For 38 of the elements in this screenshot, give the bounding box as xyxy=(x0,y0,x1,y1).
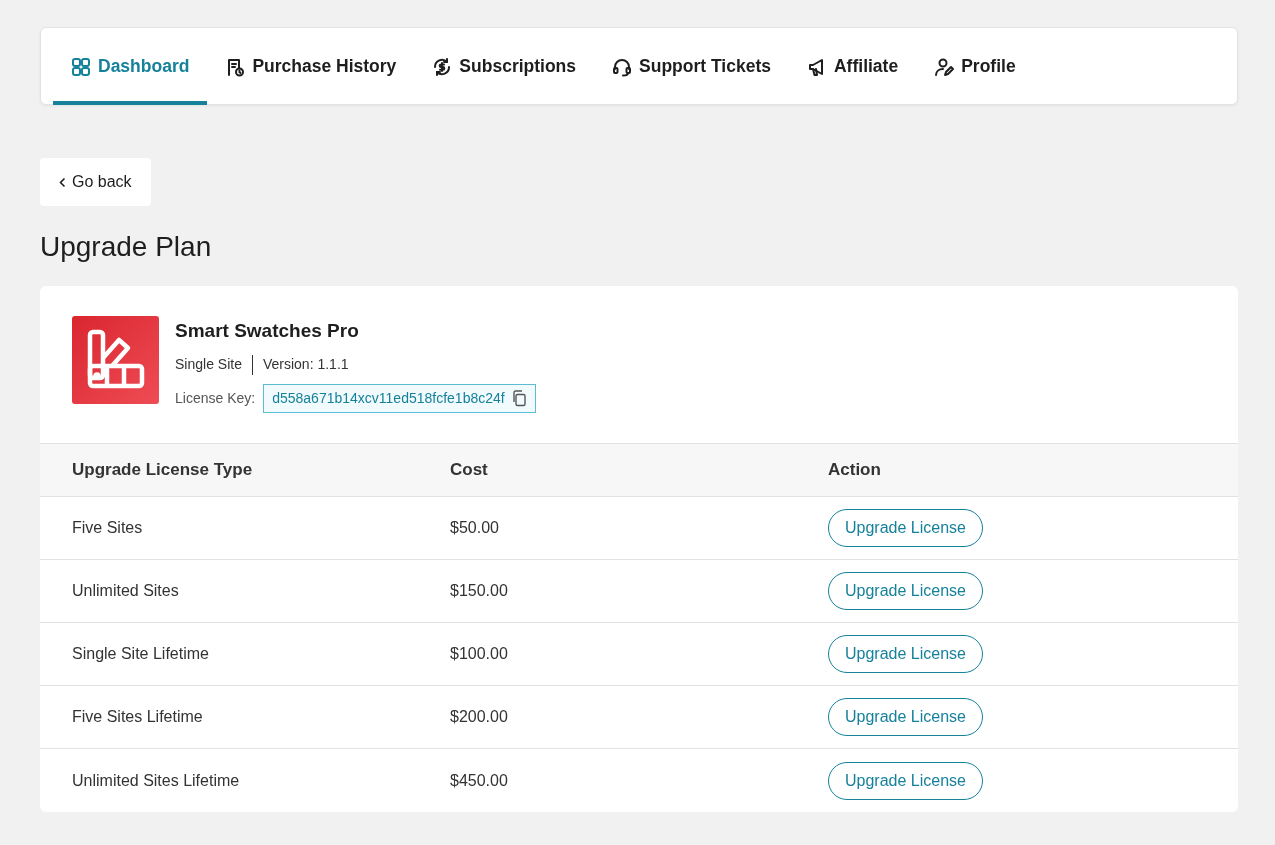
user-edit-icon xyxy=(934,56,955,77)
upgrade-license-button[interactable]: Upgrade License xyxy=(828,635,983,674)
nav-tab[interactable]: Affiliate xyxy=(807,28,899,105)
copy-icon[interactable] xyxy=(510,390,527,408)
column-header: Upgrade License Type xyxy=(72,459,254,482)
page-title: Upgrade Plan xyxy=(40,230,213,264)
license-type-cell-text: Unlimited Sites xyxy=(72,581,180,602)
grid-icon xyxy=(71,56,91,77)
cost-cell-text: $150.00 xyxy=(450,581,509,602)
cost-cell-text: $450.00 xyxy=(450,770,509,791)
product-name: Smart Swatches Pro xyxy=(175,318,360,343)
license-key-field[interactable]: d558a671b14xcv11ed518fcfe1b8c24f xyxy=(263,384,536,414)
upgrade-license-button[interactable]: Upgrade License xyxy=(828,761,983,800)
upgrade-license-button[interactable]: Upgrade License xyxy=(828,698,983,737)
back-button[interactable]: Go back xyxy=(40,158,151,206)
column-header: Action xyxy=(828,459,882,482)
receipt-icon xyxy=(225,56,246,77)
upgrade-license-button[interactable]: Upgrade License xyxy=(828,572,983,611)
nav-tab[interactable]: Profile xyxy=(934,28,1016,105)
license-type: Single Site xyxy=(175,355,242,375)
license-type-cell-text: Single Site Lifetime xyxy=(72,644,210,665)
nav-tab[interactable]: Support Tickets xyxy=(612,28,771,105)
headset-icon xyxy=(612,56,633,77)
license-key-label: License Key: xyxy=(175,389,256,409)
license-type-cell-text: Five Sites xyxy=(72,518,144,539)
license-type-cell-text: Unlimited Sites Lifetime xyxy=(72,770,241,791)
chevron-left-icon xyxy=(59,176,66,188)
cost-cell-text: $50.00 xyxy=(450,518,500,539)
nav-tab[interactable]: Purchase History xyxy=(225,28,397,105)
dollar-cycle-icon xyxy=(432,56,453,77)
column-header: Cost xyxy=(450,459,489,482)
upgrade-license-button[interactable]: Upgrade License xyxy=(828,509,983,548)
version-text: Version: 1.1.1 xyxy=(262,355,349,375)
cost-cell-text: $100.00 xyxy=(450,644,509,665)
license-type-cell-text: Five Sites Lifetime xyxy=(72,707,204,728)
nav-tab[interactable]: Dashboard xyxy=(53,28,208,105)
nav-tab[interactable]: Subscriptions xyxy=(432,28,577,105)
cost-cell-text: $200.00 xyxy=(450,707,509,728)
